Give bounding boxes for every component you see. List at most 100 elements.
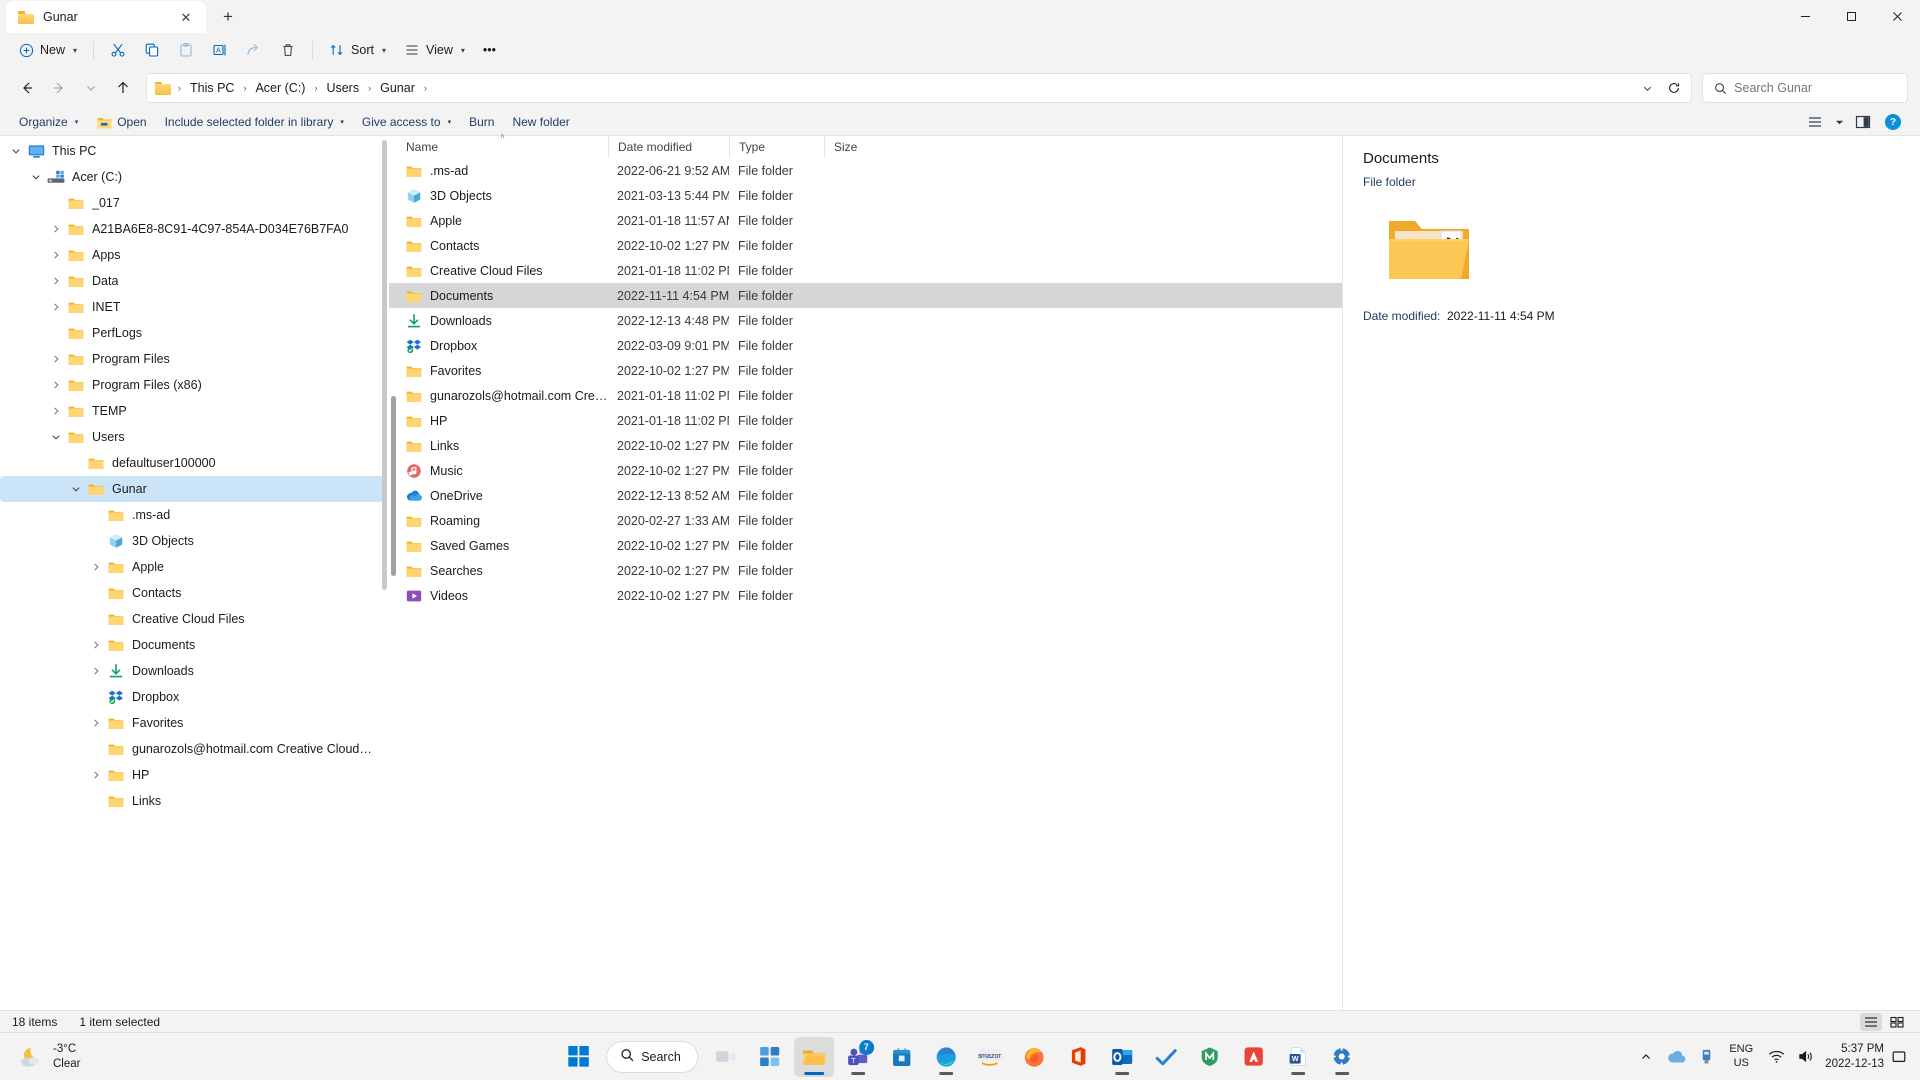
tree-item-downloads[interactable]: Downloads xyxy=(0,658,383,684)
chevron-right-icon[interactable] xyxy=(46,302,66,312)
list-view-icon[interactable] xyxy=(1802,111,1828,133)
cut-button[interactable] xyxy=(102,36,134,64)
organize-menu[interactable]: Organize ▾ xyxy=(10,111,87,134)
chevron-right-icon[interactable] xyxy=(46,354,66,364)
large-icons-view-icon[interactable] xyxy=(1886,1013,1908,1031)
tree-item-data[interactable]: Data xyxy=(0,268,383,294)
settings-icon[interactable] xyxy=(1322,1037,1362,1077)
wifi-icon[interactable] xyxy=(1765,1046,1787,1068)
delete-button[interactable] xyxy=(272,36,304,64)
tree-item-temp[interactable]: TEMP xyxy=(0,398,383,424)
column-header-name[interactable]: Name ˄ xyxy=(397,132,608,158)
table-row[interactable]: Roaming 2020-02-27 1:33 AM File folder xyxy=(389,508,1342,533)
tree-item-ms-ad[interactable]: .ms-ad xyxy=(0,502,383,528)
chevron-right-icon[interactable] xyxy=(86,640,106,650)
refresh-button[interactable] xyxy=(1661,76,1687,100)
table-row[interactable]: Contacts 2022-10-02 1:27 PM File folder xyxy=(389,233,1342,258)
more-options-button[interactable]: ••• xyxy=(475,36,504,64)
help-icon[interactable]: ? xyxy=(1880,111,1906,133)
recent-locations-button[interactable] xyxy=(76,73,106,103)
table-row[interactable]: Apple 2021-01-18 11:57 AM File folder xyxy=(389,208,1342,233)
adobe-icon[interactable] xyxy=(1234,1037,1274,1077)
table-row[interactable]: Dropbox 2022-03-09 9:01 PM File folder xyxy=(389,333,1342,358)
breadcrumb-users[interactable]: Users xyxy=(321,78,364,98)
table-row[interactable]: 3D Objects 2021-03-13 5:44 PM File folder xyxy=(389,183,1342,208)
table-row[interactable]: Searches 2022-10-02 1:27 PM File folder xyxy=(389,558,1342,583)
chevron-right-icon[interactable] xyxy=(86,770,106,780)
sort-button[interactable]: Sort ▾ xyxy=(321,36,394,64)
breadcrumb-gunar[interactable]: Gunar xyxy=(375,78,420,98)
view-button[interactable]: View ▾ xyxy=(396,36,473,64)
clock[interactable]: 5:37 PM 2022-12-13 xyxy=(1825,1042,1884,1072)
maximize-button[interactable] xyxy=(1828,0,1874,32)
tree-item-contacts[interactable]: Contacts xyxy=(0,580,383,606)
table-row[interactable]: Links 2022-10-02 1:27 PM File folder xyxy=(389,433,1342,458)
view-options-chevron-icon[interactable] xyxy=(1832,111,1846,133)
tree-item-a21ba6e8-8c91-4c97-854a-d034e76b7fa0[interactable]: A21BA6E8-8C91-4C97-854A-D034E76B7FA0 xyxy=(0,216,383,242)
chevron-right-icon[interactable] xyxy=(46,276,66,286)
tree-item-favorites[interactable]: Favorites xyxy=(0,710,383,736)
rename-button[interactable]: A xyxy=(204,36,236,64)
table-row[interactable]: Documents 2022-11-11 4:54 PM File folder xyxy=(389,283,1342,308)
language-indicator[interactable]: ENG US xyxy=(1725,1043,1757,1071)
breadcrumb-acer-c[interactable]: Acer (C:) xyxy=(250,78,310,98)
back-button[interactable] xyxy=(12,73,42,103)
chevron-right-icon[interactable] xyxy=(46,224,66,234)
outlook-icon[interactable] xyxy=(1102,1037,1142,1077)
column-header-date[interactable]: Date modified xyxy=(608,136,729,158)
paste-button[interactable] xyxy=(170,36,202,64)
minimize-button[interactable] xyxy=(1782,0,1828,32)
column-header-type[interactable]: Type xyxy=(729,136,824,158)
tray-chevron-up-icon[interactable] xyxy=(1635,1046,1657,1068)
new-button[interactable]: New ▾ xyxy=(10,36,85,64)
tree-item-apple[interactable]: Apple xyxy=(0,554,383,580)
sidebar-scrollbar[interactable] xyxy=(382,140,387,1006)
preview-pane-icon[interactable] xyxy=(1850,111,1876,133)
taskbar-search-button[interactable]: Search xyxy=(606,1040,698,1073)
tree-item-3d-objects[interactable]: 3D Objects xyxy=(0,528,383,554)
up-button[interactable] xyxy=(108,73,138,103)
weather-widget[interactable]: -3°C Clear xyxy=(0,1042,200,1072)
explorer-icon[interactable] xyxy=(793,1036,834,1077)
tree-item-links[interactable]: Links xyxy=(0,788,383,814)
chevron-right-icon[interactable] xyxy=(46,406,66,416)
copy-button[interactable] xyxy=(136,36,168,64)
windows-start-icon[interactable] xyxy=(558,1037,598,1077)
checkmark-icon[interactable] xyxy=(1146,1037,1186,1077)
tree-item-creative-cloud-files[interactable]: Creative Cloud Files xyxy=(0,606,383,632)
chevron-right-icon[interactable] xyxy=(86,562,106,572)
forward-button[interactable] xyxy=(44,73,74,103)
table-row[interactable]: Videos 2022-10-02 1:27 PM File folder xyxy=(389,583,1342,608)
widgets-icon[interactable] xyxy=(750,1037,790,1077)
close-icon[interactable]: ✕ xyxy=(174,5,198,29)
share-button[interactable] xyxy=(238,36,270,64)
tree-item-users[interactable]: Users xyxy=(0,424,383,450)
chevron-down-icon[interactable] xyxy=(6,146,26,156)
nordvpn-icon[interactable] xyxy=(1190,1037,1230,1077)
table-row[interactable]: Downloads 2022-12-13 4:48 PM File folder xyxy=(389,308,1342,333)
table-row[interactable]: .ms-ad 2022-06-21 9:52 AM File folder xyxy=(389,158,1342,183)
tree-item-gunarozols-hotmail-com-creative-cloud-files[interactable]: gunarozols@hotmail.com Creative Cloud Fi… xyxy=(0,736,383,762)
new-folder-button[interactable]: New folder xyxy=(503,111,578,134)
sidebar-scrollbar-thumb[interactable] xyxy=(382,140,387,590)
tree-item-inet[interactable]: INET xyxy=(0,294,383,320)
teams-icon[interactable]: T 7 xyxy=(838,1037,878,1077)
close-button[interactable] xyxy=(1874,0,1920,32)
tab-gunar[interactable]: Gunar ✕ xyxy=(6,1,206,33)
tree-item-apps[interactable]: Apps xyxy=(0,242,383,268)
office-icon[interactable] xyxy=(1058,1037,1098,1077)
tree-item-017[interactable]: _017 xyxy=(0,190,383,216)
onedrive-tray-icon[interactable] xyxy=(1665,1046,1687,1068)
tree-item-hp[interactable]: HP xyxy=(0,762,383,788)
store-icon[interactable] xyxy=(882,1037,922,1077)
file-list-scrollbar-thumb[interactable] xyxy=(391,396,396,576)
tree-item-program-files-x86[interactable]: Program Files (x86) xyxy=(0,372,383,398)
search-box[interactable] xyxy=(1702,73,1908,103)
edge-icon[interactable] xyxy=(926,1037,966,1077)
notification-icon[interactable] xyxy=(1892,1049,1906,1065)
tree-item-program-files[interactable]: Program Files xyxy=(0,346,383,372)
chevron-right-icon[interactable] xyxy=(86,718,106,728)
usb-icon[interactable] xyxy=(1695,1046,1717,1068)
tree-item-documents[interactable]: Documents xyxy=(0,632,383,658)
tree-item-dropbox[interactable]: Dropbox xyxy=(0,684,383,710)
